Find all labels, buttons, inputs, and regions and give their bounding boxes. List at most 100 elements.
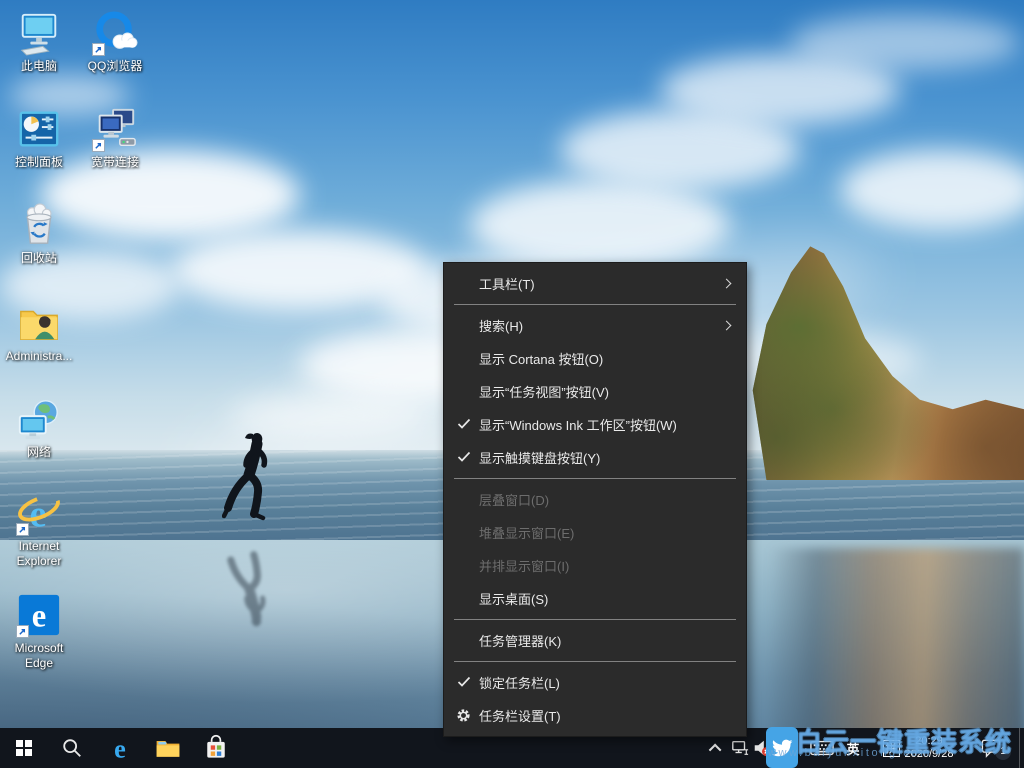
taskbar-buttons: e	[0, 728, 240, 768]
taskbar-context-menu: 工具栏(T) 搜索(H) 显示 Cortana 按钮(O) 显示“任务视图”按钮…	[443, 262, 747, 737]
menu-item-show-windows-stacked: 堆叠显示窗口(E)	[444, 516, 746, 549]
menu-item-show-desktop[interactable]: 显示桌面(S)	[444, 582, 746, 615]
menu-item-cascade-windows: 层叠窗口(D)	[444, 483, 746, 516]
start-button[interactable]	[0, 728, 48, 768]
menu-item-label: 搜索(H)	[479, 316, 523, 335]
user-folder-icon	[16, 300, 62, 346]
menu-item-label: 显示“Windows Ink 工作区”按钮(W)	[479, 415, 677, 434]
svg-text:e: e	[114, 734, 126, 763]
desktop-icon-label: QQ浏览器	[88, 59, 143, 74]
qq-browser-icon	[92, 10, 138, 56]
network-icon	[16, 396, 62, 442]
microsoft-store-button[interactable]	[192, 728, 240, 768]
cloud	[840, 150, 1024, 230]
desktop-icon-label: 网络	[27, 445, 51, 460]
microsoft-edge-icon: e	[16, 592, 62, 638]
desktop-icon-qq-browser[interactable]: QQ浏览器	[78, 10, 152, 74]
file-explorer-icon	[154, 734, 182, 762]
menu-item-toolbars[interactable]: 工具栏(T)	[444, 267, 746, 300]
menu-item-label: 显示“任务视图”按钮(V)	[479, 382, 609, 401]
menu-item-label: 并排显示窗口(I)	[479, 556, 569, 575]
menu-item-label: 任务栏设置(T)	[479, 706, 561, 725]
desktop-icon-label: Microsoft Edge	[2, 641, 76, 671]
desktop-icon-network[interactable]: 网络	[2, 396, 76, 460]
submenu-arrow-icon	[722, 279, 732, 289]
menu-item-label: 任务管理器(K)	[479, 631, 561, 650]
desktop-icon-label: 回收站	[21, 251, 57, 266]
menu-item-label: 显示触摸键盘按钮(Y)	[479, 448, 600, 467]
ime-language-indicator: 英	[846, 739, 859, 758]
menu-separator	[454, 478, 736, 479]
runner-reflection	[222, 537, 282, 629]
internet-explorer-icon: e	[16, 490, 62, 536]
desktop-icon-this-pc[interactable]: 此电脑	[2, 10, 76, 74]
menu-separator	[454, 619, 736, 620]
menu-item-show-touch-keyboard-button[interactable]: 显示触摸键盘按钮(Y)	[444, 441, 746, 474]
gear-icon	[456, 708, 471, 723]
windows-logo-icon	[16, 740, 32, 756]
tray-touch-keyboard-button[interactable]	[808, 728, 836, 768]
svg-text:e: e	[32, 599, 46, 635]
file-explorer-button[interactable]	[144, 728, 192, 768]
search-button[interactable]	[48, 728, 96, 768]
checkmark-icon	[456, 674, 472, 690]
desktop-icon-label: 此电脑	[21, 59, 57, 74]
volume-muted-icon	[752, 738, 772, 758]
notification-count-badge: 1	[995, 744, 1011, 760]
desktop-icon-administrator[interactable]: Administra...	[2, 300, 76, 364]
microsoft-store-icon	[202, 734, 230, 762]
shortcut-arrow-icon	[92, 139, 105, 152]
desktop-icon-label: 宽带连接	[91, 155, 139, 170]
recycle-bin-icon	[16, 202, 62, 248]
menu-item-label: 显示桌面(S)	[479, 589, 548, 608]
shortcut-arrow-icon	[16, 523, 29, 536]
this-pc-icon	[16, 10, 62, 56]
desktop-icon-recycle-bin[interactable]: 回收站	[2, 202, 76, 266]
clock-time: 20:29	[915, 735, 943, 748]
menu-item-show-cortana-button[interactable]: 显示 Cortana 按钮(O)	[444, 342, 746, 375]
checkmark-icon	[456, 449, 472, 465]
menu-separator	[454, 304, 736, 305]
desktop-icon-label: Administra...	[6, 349, 73, 364]
runner-silhouette	[222, 430, 282, 534]
checkmark-icon	[456, 416, 472, 432]
touch-keyboard-icon	[810, 739, 834, 757]
desktop-icon-broadband[interactable]: 宽带连接	[78, 106, 152, 170]
network-status-icon	[731, 739, 749, 757]
chevron-up-icon	[708, 743, 721, 756]
menu-item-label: 堆叠显示窗口(E)	[479, 523, 574, 542]
edge-icon: e	[105, 733, 135, 763]
menu-item-lock-taskbar[interactable]: 锁定任务栏(L)	[444, 666, 746, 699]
tray-volume-button[interactable]	[750, 728, 774, 768]
submenu-arrow-icon	[722, 321, 732, 331]
desktop-icon-control-panel[interactable]: 控制面板	[2, 106, 76, 170]
shortcut-arrow-icon	[92, 43, 105, 56]
ime-pinyin-indicator: 拼	[883, 740, 900, 757]
control-panel-icon	[16, 106, 62, 152]
desktop-icon-internet-explorer[interactable]: e Internet Explorer	[2, 490, 76, 569]
shortcut-arrow-icon	[16, 625, 29, 638]
menu-item-label: 显示 Cortana 按钮(O)	[479, 349, 603, 368]
desktop-icon-label: 控制面板	[15, 155, 63, 170]
menu-item-show-task-view-button[interactable]: 显示“任务视图”按钮(V)	[444, 375, 746, 408]
broadband-connection-icon	[92, 106, 138, 152]
tray-ime-language-button[interactable]: 英	[842, 728, 864, 768]
menu-item-show-windows-ink-workspace-button[interactable]: 显示“Windows Ink 工作区”按钮(W)	[444, 408, 746, 441]
menu-item-label: 锁定任务栏(L)	[479, 673, 560, 692]
menu-separator	[454, 661, 736, 662]
cloud	[790, 15, 1020, 70]
tray-clock[interactable]: 20:29 2020/9/28	[898, 728, 960, 768]
clock-date: 2020/9/28	[905, 748, 954, 761]
search-icon	[61, 737, 83, 759]
desktop-icon-label: Internet Explorer	[2, 539, 76, 569]
desktop-icon-microsoft-edge[interactable]: e Microsoft Edge	[2, 592, 76, 671]
menu-item-task-manager[interactable]: 任务管理器(K)	[444, 624, 746, 657]
show-desktop-button[interactable]	[1019, 728, 1024, 768]
menu-item-show-windows-side-by-side: 并排显示窗口(I)	[444, 549, 746, 582]
menu-item-search[interactable]: 搜索(H)	[444, 309, 746, 342]
menu-item-taskbar-settings[interactable]: 任务栏设置(T)	[444, 699, 746, 732]
desktop: 此电脑 QQ浏览器	[0, 0, 1024, 768]
menu-item-label: 工具栏(T)	[479, 274, 535, 293]
edge-taskbar-button[interactable]: e	[96, 728, 144, 768]
menu-item-label: 层叠窗口(D)	[479, 490, 549, 509]
